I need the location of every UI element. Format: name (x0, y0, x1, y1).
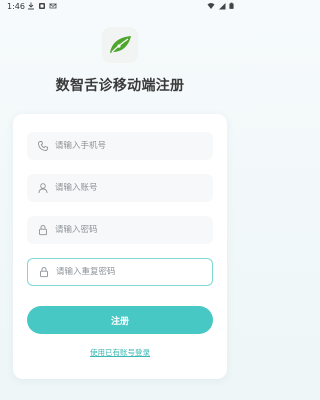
signal-icon (219, 3, 226, 10)
confirm-password-field[interactable] (27, 258, 213, 286)
notification-app-icon (39, 3, 45, 9)
status-bar: 1:46 (0, 0, 240, 14)
phone-icon (38, 141, 48, 151)
lock-icon (40, 267, 48, 278)
register-button[interactable]: 注册 (27, 306, 213, 334)
phone-field[interactable] (27, 132, 213, 160)
phone-input[interactable] (55, 141, 205, 151)
register-card: 注册 使用已有账号登录 (13, 114, 227, 379)
password-field[interactable] (27, 216, 213, 244)
password-input[interactable] (55, 225, 205, 235)
account-field[interactable] (27, 174, 213, 202)
mail-icon (49, 3, 57, 9)
battery-icon (229, 2, 234, 9)
user-icon (38, 183, 48, 194)
account-input[interactable] (55, 183, 205, 193)
wifi-icon (207, 3, 215, 9)
leaf-logo-icon (110, 36, 131, 53)
app-logo (102, 27, 138, 63)
login-link[interactable]: 使用已有账号登录 (13, 347, 227, 358)
lock-icon (39, 225, 47, 236)
page-title: 数智舌诊移动端注册 (55, 78, 185, 94)
download-icon (28, 2, 34, 10)
confirm-password-input[interactable] (56, 267, 206, 277)
status-time: 1:46 (7, 2, 25, 11)
